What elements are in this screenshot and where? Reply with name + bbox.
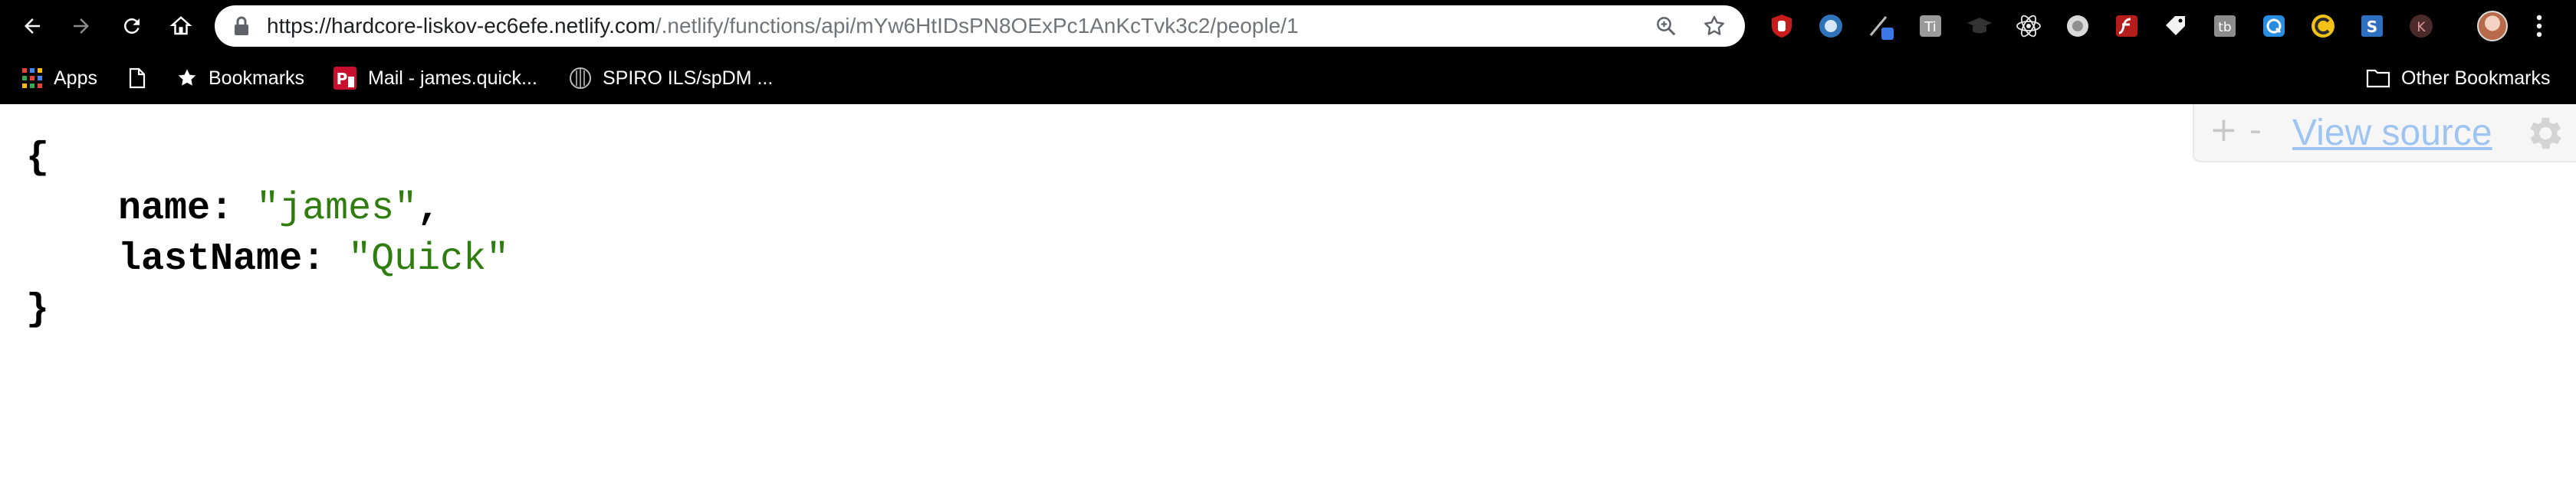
bookmark-apps-label: Apps bbox=[54, 67, 97, 89]
json-value: "Quick" bbox=[348, 237, 510, 281]
url-path: /.netlify/functions/api/mYw6HtIDsPN8OExP… bbox=[655, 14, 1299, 38]
bookmark-mail-label: Mail - james.quick... bbox=[368, 67, 537, 89]
bookmark-other-label: Other Bookmarks bbox=[2401, 67, 2551, 89]
json-comma: , bbox=[417, 187, 441, 231]
tb-icon[interactable]: tb bbox=[2211, 12, 2239, 40]
bookmark-spiro-label: SPIRO ILS/spDM ... bbox=[603, 67, 774, 89]
bookmark-bookmarks[interactable]: Bookmarks bbox=[176, 52, 304, 104]
bookmark-other[interactable]: Other Bookmarks bbox=[2366, 52, 2551, 104]
star-bookmark-icon bbox=[176, 67, 198, 89]
view-source-link[interactable]: View source bbox=[2292, 112, 2492, 154]
lock-icon[interactable] bbox=[233, 16, 250, 40]
json-colon: : bbox=[302, 237, 349, 281]
json-viewer-page: { name: "james", lastName: "Quick" } + -… bbox=[0, 104, 2576, 478]
ublock-icon[interactable] bbox=[1768, 12, 1796, 40]
json-field-lastname: lastName: "Quick" bbox=[26, 234, 509, 285]
page-bookmark-icon[interactable] bbox=[129, 52, 146, 104]
s-extension-icon[interactable]: S bbox=[2358, 12, 2386, 40]
back-icon[interactable] bbox=[14, 8, 51, 44]
apps-grid-icon bbox=[21, 67, 43, 89]
pen-extension-icon[interactable] bbox=[1868, 12, 1895, 40]
circle-extension-icon[interactable] bbox=[2064, 12, 2091, 40]
react-devtools-icon[interactable] bbox=[2015, 12, 2042, 40]
graduation-cap-icon[interactable] bbox=[1966, 12, 1993, 40]
json-document: { name: "james", lastName: "Quick" } bbox=[26, 133, 509, 336]
address-bar[interactable]: https://hardcore-liskov-ec6efe.netlify.c… bbox=[215, 5, 1745, 47]
home-icon[interactable] bbox=[163, 8, 199, 44]
forward-icon[interactable] bbox=[63, 8, 100, 44]
json-field-name: name: "james", bbox=[26, 184, 509, 234]
expand-all-button[interactable]: + bbox=[2210, 110, 2238, 149]
bookmark-spiro[interactable]: SPIRO ILS/spDM ... bbox=[569, 52, 773, 104]
spiro-favicon-icon bbox=[569, 67, 592, 90]
mail-favicon-icon: P bbox=[333, 66, 357, 90]
svg-text:P: P bbox=[337, 70, 348, 88]
gear-icon[interactable] bbox=[2522, 112, 2565, 159]
bookmark-bookmarks-label: Bookmarks bbox=[209, 67, 305, 89]
bookmarks-bar: Apps Bookmarks P Mail - james.quick... S… bbox=[0, 52, 2576, 104]
json-key: lastName bbox=[118, 237, 303, 281]
q-extension-icon[interactable] bbox=[2260, 12, 2288, 40]
json-key: name bbox=[118, 187, 211, 231]
browser-toolbar: https://hardcore-liskov-ec6efe.netlify.c… bbox=[0, 0, 2576, 52]
tag-icon[interactable] bbox=[2162, 12, 2190, 40]
grammar-icon[interactable]: Ti bbox=[1917, 12, 1944, 40]
svg-text:tb: tb bbox=[2218, 20, 2231, 35]
json-viewer-toolbar: + - View source bbox=[2193, 104, 2576, 162]
collapse-all-button[interactable]: - bbox=[2249, 110, 2262, 149]
zoom-icon[interactable] bbox=[1654, 15, 1677, 41]
c-extension-icon[interactable] bbox=[2309, 12, 2337, 40]
svg-text:S: S bbox=[2367, 18, 2377, 36]
k-extension-icon[interactable]: K bbox=[2407, 12, 2435, 40]
extension-circle-icon[interactable] bbox=[1817, 12, 1845, 40]
url-text[interactable]: https://hardcore-liskov-ec6efe.netlify.c… bbox=[267, 5, 1299, 47]
flash-icon[interactable] bbox=[2113, 12, 2141, 40]
json-value: "james" bbox=[256, 187, 418, 231]
bookmark-apps[interactable]: Apps bbox=[21, 52, 97, 104]
more-menu-icon[interactable] bbox=[2532, 11, 2547, 41]
star-icon[interactable] bbox=[1702, 14, 1727, 42]
reload-icon[interactable] bbox=[113, 8, 150, 44]
json-colon: : bbox=[210, 187, 257, 231]
bookmark-mail[interactable]: P Mail - james.quick... bbox=[333, 52, 537, 104]
json-close-brace: } bbox=[26, 288, 50, 332]
url-host: https://hardcore-liskov-ec6efe.netlify.c… bbox=[267, 14, 656, 38]
profile-avatar[interactable] bbox=[2477, 11, 2508, 41]
svg-text:K: K bbox=[2417, 20, 2426, 35]
folder-icon bbox=[2366, 68, 2390, 88]
svg-text:Ti: Ti bbox=[1924, 19, 1936, 35]
json-open-brace: { bbox=[26, 136, 50, 180]
